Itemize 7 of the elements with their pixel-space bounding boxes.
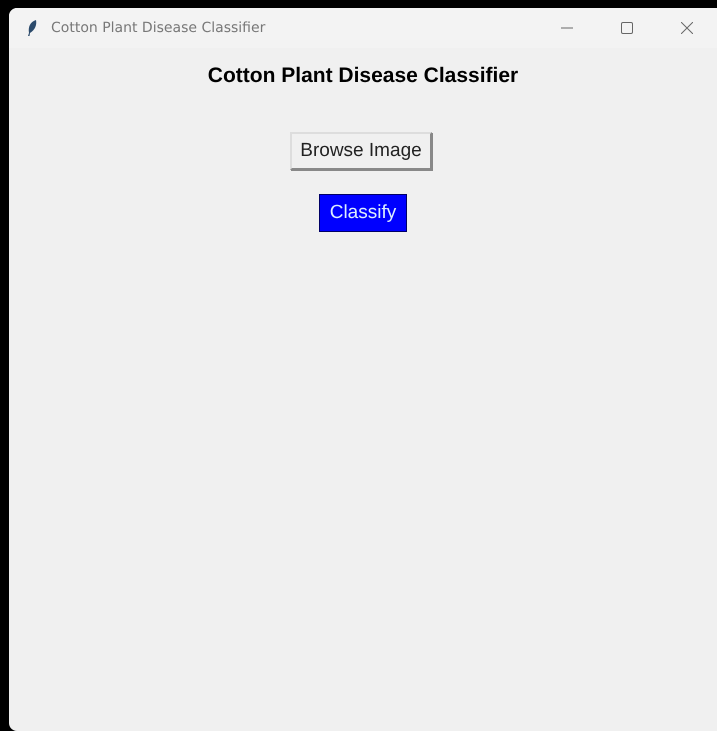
classify-button[interactable]: Classify <box>318 194 408 232</box>
app-heading: Cotton Plant Disease Classifier <box>208 64 518 88</box>
browse-button[interactable]: Browse Image <box>290 132 432 170</box>
window-title: Cotton Plant Disease Classifier <box>51 20 266 36</box>
feather-icon <box>26 19 38 37</box>
close-icon[interactable] <box>681 22 693 34</box>
maximize-icon[interactable] <box>621 22 633 34</box>
